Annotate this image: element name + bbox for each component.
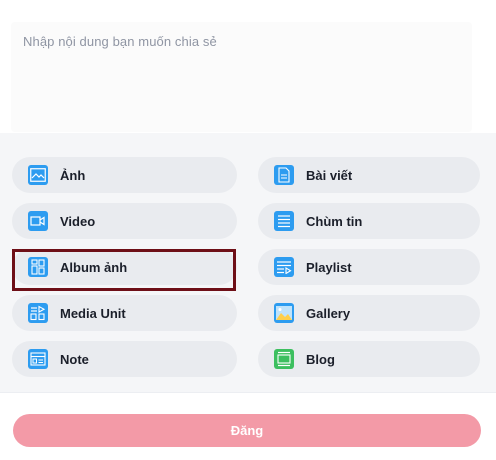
album-icon <box>28 257 48 277</box>
content-placeholder: Nhập nội dung bạn muốn chia sẻ <box>23 34 217 49</box>
video-icon <box>28 211 48 231</box>
option-album[interactable]: Album ảnh <box>12 249 237 285</box>
option-video[interactable]: Video <box>12 203 237 239</box>
option-media-unit[interactable]: Media Unit <box>12 295 237 331</box>
blog-icon <box>274 349 294 369</box>
option-news-cluster[interactable]: Chùm tin <box>258 203 480 239</box>
option-image[interactable]: Ảnh <box>12 157 237 193</box>
option-label: Blog <box>306 351 335 367</box>
post-button[interactable]: Đăng <box>13 414 481 447</box>
option-blog[interactable]: Blog <box>258 341 480 377</box>
media-unit-icon <box>28 303 48 323</box>
news-cluster-icon <box>274 211 294 231</box>
option-label: Gallery <box>306 305 351 321</box>
post-composer: Nhập nội dung bạn muốn chia sẻ Ảnh Video <box>0 0 496 460</box>
option-label: Video <box>60 213 96 229</box>
note-icon <box>28 349 48 369</box>
option-article[interactable]: Bài viết <box>258 157 480 193</box>
article-icon <box>274 165 294 185</box>
option-gallery[interactable]: Gallery <box>258 295 480 331</box>
option-label: Media Unit <box>60 305 126 321</box>
divider <box>0 392 496 393</box>
post-type-options: Ảnh Video Album ảnh Media Unit Note Bài … <box>0 133 496 392</box>
playlist-icon <box>274 257 294 277</box>
option-label: Ảnh <box>60 167 86 183</box>
option-label: Playlist <box>306 259 352 275</box>
compose-section: Nhập nội dung bạn muốn chia sẻ <box>0 0 496 133</box>
option-label: Chùm tin <box>306 213 363 229</box>
option-label: Album ảnh <box>60 259 128 275</box>
gallery-icon <box>274 303 294 323</box>
option-label: Note <box>60 351 89 367</box>
option-label: Bài viết <box>306 167 353 183</box>
option-playlist[interactable]: Playlist <box>258 249 480 285</box>
option-note[interactable]: Note <box>12 341 237 377</box>
image-icon <box>28 165 48 185</box>
